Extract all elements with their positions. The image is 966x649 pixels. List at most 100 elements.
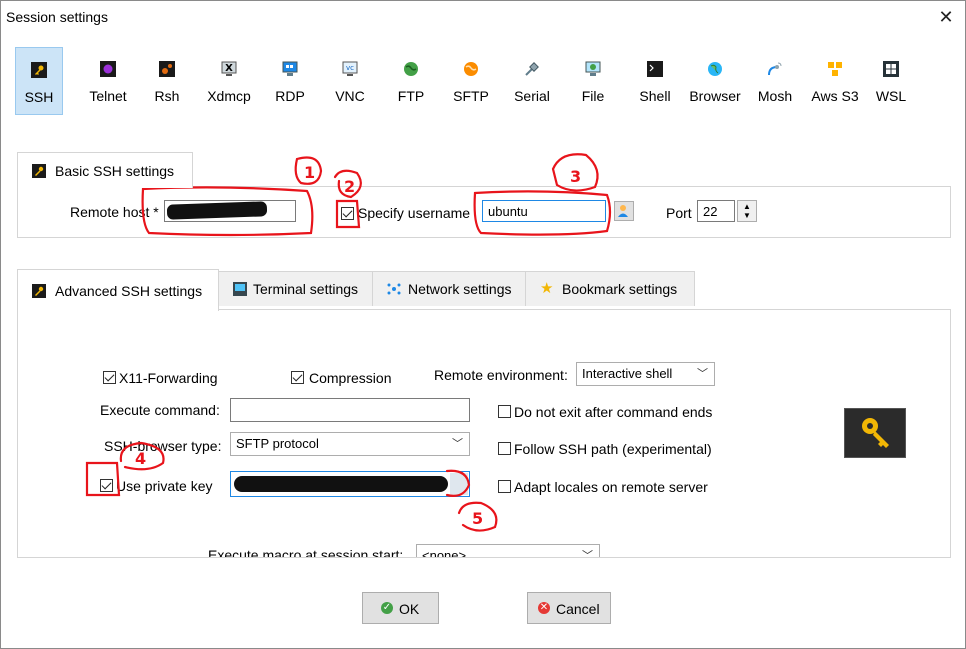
protocol-label: Xdmcp — [207, 88, 251, 104]
cancel-button[interactable]: ✕ Cancel — [527, 592, 611, 624]
do-not-exit-checkbox[interactable] — [498, 405, 511, 418]
protocol-label: File — [581, 88, 605, 104]
use-private-key-checkbox[interactable] — [100, 479, 113, 492]
chevron-up-icon[interactable]: ▲ — [743, 202, 751, 211]
user-icon — [618, 205, 628, 217]
remote-host-label: Remote host * — [70, 204, 159, 220]
protocol-xdmcp[interactable]: X Xdmcp — [201, 47, 257, 115]
port-label: Port — [666, 205, 692, 221]
protocol-label: Telnet — [89, 88, 127, 104]
annotation-number: 3 — [570, 167, 581, 186]
ssh-browser-type-value: SFTP protocol — [236, 436, 319, 451]
terminal-icon — [233, 282, 247, 296]
protocol-label: WSL — [875, 88, 907, 104]
chevron-down-icon: ﹀ — [452, 438, 463, 450]
execute-command-input[interactable] — [230, 398, 470, 422]
specify-username-checkbox[interactable] — [341, 207, 354, 220]
x11-forwarding-label: X11-Forwarding — [119, 370, 218, 386]
protocol-ftp[interactable]: FTP — [391, 47, 431, 115]
star-icon: ★ — [540, 280, 554, 297]
protocol-sftp[interactable]: SFTP — [449, 47, 493, 115]
execute-command-label: Execute command: — [100, 402, 220, 418]
shell-terminal-icon — [647, 61, 663, 77]
protocol-telnet[interactable]: Telnet — [83, 47, 133, 115]
key-icon — [862, 418, 889, 448]
adapt-locales-checkbox[interactable] — [498, 480, 511, 493]
cancel-x-icon: ✕ — [538, 602, 550, 614]
network-icon — [387, 283, 401, 295]
follow-ssh-path-label: Follow SSH path (experimental) — [514, 441, 712, 457]
tab-bookmark-settings[interactable]: ★ Bookmark settings — [525, 271, 695, 306]
annotation-number: 1 — [304, 163, 315, 182]
specify-username-label: Specify username — [358, 205, 471, 221]
protocol-label: Aws S3 — [811, 88, 859, 104]
chevron-down-icon[interactable]: ▼ — [743, 211, 751, 220]
serial-plug-icon — [525, 62, 539, 76]
protocol-wsl[interactable]: WSL — [871, 47, 911, 115]
protocol-serial[interactable]: Serial — [509, 47, 555, 115]
protocol-aws-s3[interactable]: Aws S3 — [805, 47, 865, 115]
title-bar: Session settings ✕ — [1, 1, 965, 33]
adapt-locales-label: Adapt locales on remote server — [514, 479, 708, 495]
execute-macro-select[interactable]: <none> ﹀ — [416, 544, 600, 558]
ssh-key-icon — [31, 62, 47, 78]
protocol-rsh[interactable]: Rsh — [147, 47, 187, 115]
tab-label: Network settings — [408, 281, 512, 297]
protocol-rdp[interactable]: RDP — [269, 47, 311, 115]
file-monitor-icon — [585, 61, 601, 76]
protocol-browser[interactable]: Browser — [685, 47, 745, 115]
protocol-label: RDP — [275, 88, 305, 104]
do-not-exit-label: Do not exit after command ends — [514, 404, 713, 420]
tab-network-settings[interactable]: Network settings — [372, 271, 527, 306]
ok-label: OK — [399, 601, 420, 617]
tab-label: Terminal settings — [253, 281, 359, 297]
user-picker-button[interactable] — [614, 201, 634, 221]
ssh-browser-type-select[interactable]: SFTP protocol ﹀ — [230, 432, 470, 456]
x11-forwarding-checkbox[interactable] — [103, 371, 116, 384]
protocol-file[interactable]: File — [573, 47, 613, 115]
protocol-label: FTP — [397, 88, 425, 104]
protocol-toolbar: SSH Telnet Rsh X Xdmcp RDP vc VNC FTP SF… — [15, 47, 915, 117]
protocol-label: Serial — [514, 88, 550, 104]
protocol-label: Rsh — [154, 88, 180, 104]
tab-label: Bookmark settings — [562, 281, 678, 297]
remote-environment-select[interactable]: Interactive shell ﹀ — [576, 362, 715, 386]
protocol-vnc[interactable]: vc VNC — [329, 47, 371, 115]
xdmcp-icon: X — [221, 61, 237, 76]
tab-terminal-settings[interactable]: Terminal settings — [217, 271, 374, 306]
username-input[interactable] — [482, 200, 606, 222]
aws-s3-cubes-icon — [828, 62, 842, 76]
rdp-monitor-icon — [282, 61, 298, 76]
check-icon: ✓ — [381, 602, 393, 614]
protocol-label: VNC — [335, 88, 365, 104]
compression-checkbox[interactable] — [291, 371, 304, 384]
port-spinner[interactable]: ▲ ▼ — [737, 200, 757, 222]
rsh-icon — [159, 61, 175, 77]
tab-label: Basic SSH settings — [55, 162, 175, 179]
follow-ssh-path-checkbox[interactable] — [498, 442, 511, 455]
protocol-shell[interactable]: Shell — [633, 47, 677, 115]
protocol-label: Mosh — [757, 88, 793, 104]
browser-globe-icon — [708, 62, 722, 76]
protocol-label: SSH — [24, 89, 54, 105]
remote-environment-label: Remote environment: — [434, 367, 568, 383]
browse-key-file-button[interactable] — [450, 473, 468, 495]
protocol-mosh[interactable]: Mosh — [753, 47, 797, 115]
ftp-globe-icon — [404, 62, 418, 76]
ssh-browser-type-label: SSH-browser type: — [104, 438, 222, 454]
ok-button[interactable]: ✓ OK — [362, 592, 439, 624]
execute-macro-value: <none> — [422, 548, 467, 558]
compression-label: Compression — [309, 370, 392, 386]
telnet-icon — [100, 61, 116, 77]
sftp-icon — [464, 62, 478, 76]
tab-label: Advanced SSH settings — [55, 282, 203, 299]
basic-settings-panel: Remote host * Specify username Port ▲ ▼ — [17, 186, 951, 238]
tab-advanced-ssh-settings[interactable]: Advanced SSH settings — [17, 269, 219, 311]
protocol-ssh[interactable]: SSH — [15, 47, 63, 115]
close-icon[interactable]: ✕ — [931, 5, 961, 29]
cancel-label: Cancel — [556, 601, 600, 617]
protocol-label: Browser — [689, 88, 741, 104]
tab-basic-ssh-settings[interactable]: Basic SSH settings — [17, 152, 193, 188]
private-key-big-icon — [844, 408, 906, 458]
port-input[interactable] — [697, 200, 735, 222]
